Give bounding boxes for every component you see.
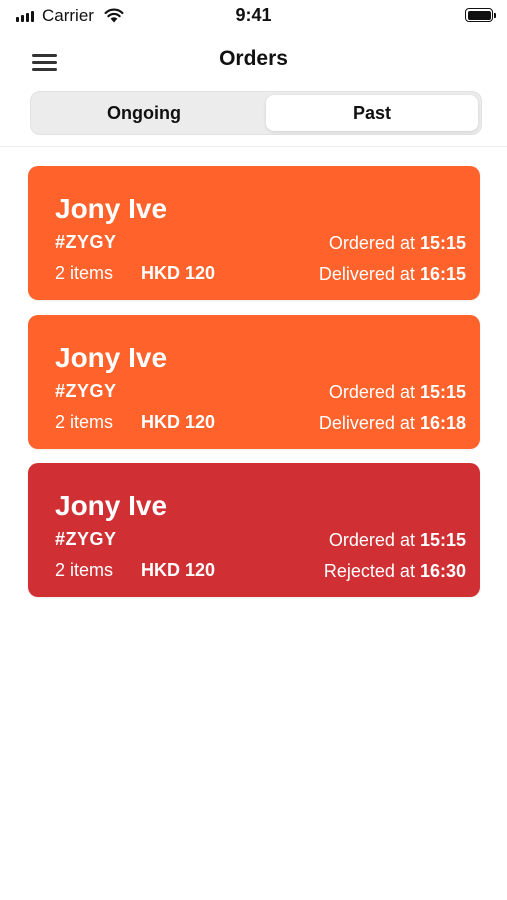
- tab-past[interactable]: Past: [266, 95, 478, 131]
- orders-tab-switcher: Ongoing Past: [30, 91, 482, 135]
- order-code: #ZYGY: [55, 529, 117, 549]
- order-amount: HKD 120: [141, 411, 216, 432]
- delivered-at: Delivered at 16:15: [319, 264, 466, 285]
- ordered-time: 15:15: [419, 233, 466, 253]
- tab-ongoing[interactable]: Ongoing: [34, 95, 254, 131]
- order-amount: HKD 120: [141, 263, 216, 283]
- ordered-label: Ordered at: [328, 530, 420, 550]
- order-code: #ZYGY: [55, 380, 117, 401]
- header-divider: [0, 146, 507, 147]
- status-label: Delivered at: [318, 412, 420, 433]
- item-count: 2 items: [55, 411, 114, 432]
- order-amount: HKD 120: [141, 560, 216, 580]
- ordered-time: 15:15: [419, 381, 466, 402]
- item-count: 2 items: [55, 560, 114, 580]
- status-time: 16:18: [419, 412, 466, 433]
- delivered-at: Delivered at 16:18: [319, 413, 466, 434]
- customer-name: Jony Ive: [55, 341, 168, 373]
- order-card-3[interactable]: Jony Ive #ZYGY 2 items HKD 120 Ordered a…: [28, 463, 480, 597]
- status-time: 16:15: [419, 264, 466, 284]
- item-count: 2 items: [55, 263, 114, 283]
- customer-name: Jony Ive: [55, 490, 168, 521]
- rejected-at: Rejected at 16:30: [324, 561, 466, 582]
- ordered-at: Ordered at 15:15: [329, 233, 466, 254]
- status-time: 9:41: [235, 5, 272, 25]
- order-code: #ZYGY: [55, 232, 117, 252]
- battery-icon: [465, 8, 496, 22]
- status-time: 16:30: [419, 561, 466, 581]
- customer-name: Jony Ive: [55, 193, 168, 224]
- status-label: Rejected at: [323, 561, 420, 581]
- order-card-2[interactable]: Jony Ive #ZYGY 2 items HKD 120 Ordered a…: [28, 314, 480, 449]
- status-bar: Carrier 9:41: [0, 0, 507, 32]
- ordered-time: 15:15: [419, 530, 466, 550]
- ordered-label: Ordered at: [328, 233, 420, 253]
- page-title: Orders: [219, 47, 288, 70]
- ordered-at: Ordered at 15:15: [329, 530, 466, 551]
- ordered-label: Ordered at: [328, 381, 420, 402]
- order-card-1[interactable]: Jony Ive #ZYGY 2 items HKD 120 Ordered a…: [28, 166, 480, 300]
- ordered-at: Ordered at 15:15: [329, 382, 466, 403]
- status-label: Delivered at: [318, 264, 420, 284]
- orders-list: Jony Ive #ZYGY 2 items HKD 120 Ordered a…: [28, 166, 480, 612]
